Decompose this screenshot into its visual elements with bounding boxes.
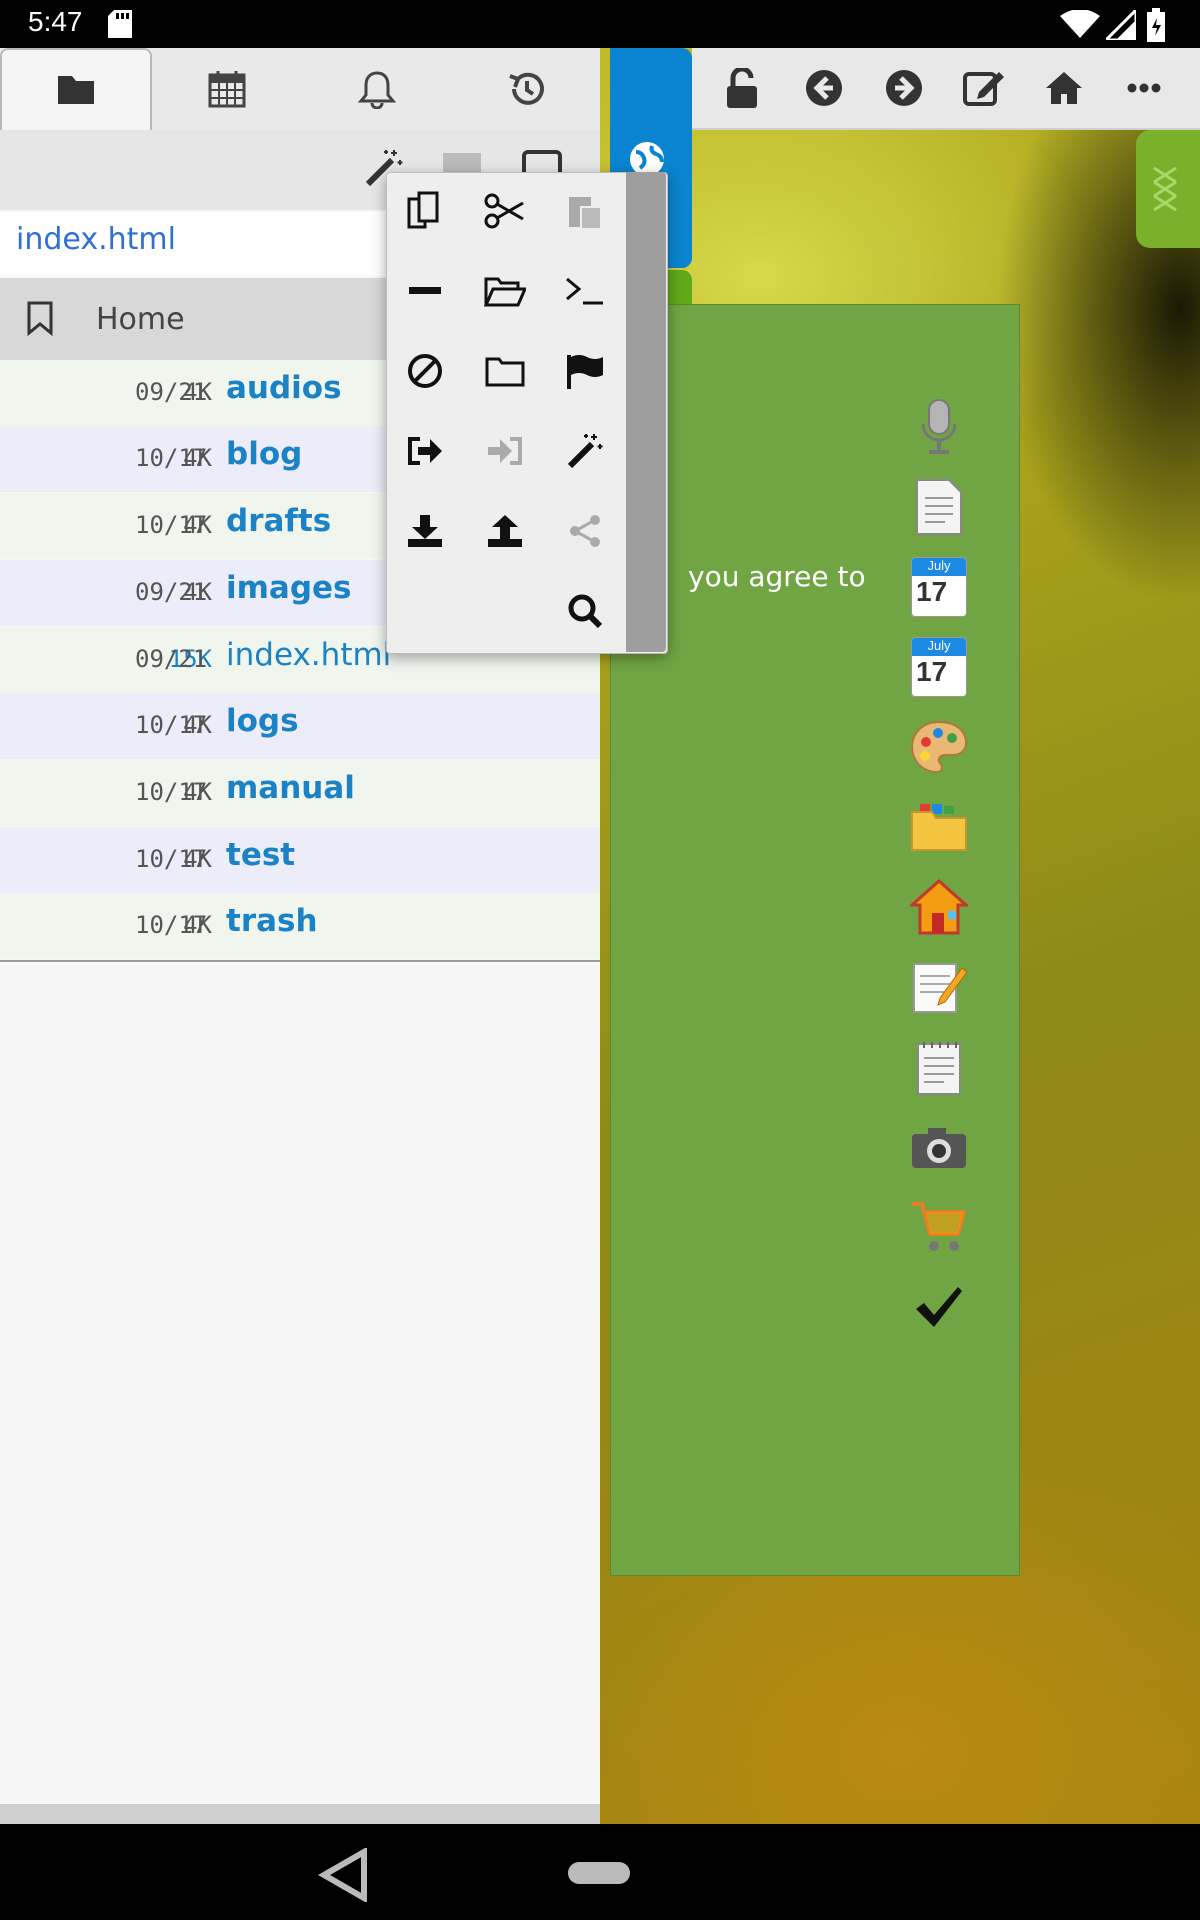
magic-wand-icon[interactable] [557,423,613,479]
status-time: 5:47 [28,6,83,37]
file-name: images [226,570,352,606]
file-row[interactable]: 4K 10/17 test [0,827,600,893]
folder-icon[interactable] [908,796,970,858]
tab-history[interactable] [452,48,602,130]
status-bar: 5:47 [0,0,1200,48]
shopping-cart-icon[interactable] [908,1196,970,1258]
history-icon [508,70,546,108]
file-date: 09/21 [135,378,208,406]
list-divider [0,960,600,962]
browser-toolbar [692,48,1200,130]
document-icon[interactable] [908,476,970,538]
file-date: 10/17 [135,444,208,472]
home-icon[interactable] [1042,66,1086,110]
sd-card-icon [108,10,132,38]
unlock-icon[interactable] [722,66,762,110]
memo-icon[interactable] [908,956,970,1018]
home-label: Home [96,302,185,337]
file-date: 09/21 [135,645,208,673]
edit-icon[interactable] [962,66,1006,110]
microphone-icon[interactable] [908,396,970,458]
popup-scrollbar[interactable] [626,172,666,652]
file-name: test [226,837,296,873]
ban-icon[interactable] [397,343,453,399]
bell-icon [358,69,396,109]
file-date: 09/21 [135,578,208,606]
folder-icon [56,74,96,106]
calendar-month: July [912,638,966,656]
file-name: drafts [226,503,332,539]
file-name: logs [226,703,299,739]
folder-open-icon[interactable] [477,263,533,319]
paste-icon[interactable] [557,183,613,239]
calendar-icon[interactable]: July 17 [908,556,970,618]
scissors-icon[interactable] [477,183,533,239]
download-icon[interactable] [397,503,453,559]
tab-notifications[interactable] [302,48,452,130]
checkmark-icon[interactable] [908,1276,970,1338]
battery-icon [1146,8,1166,42]
palette-icon[interactable] [908,716,970,778]
tab-calendar[interactable] [152,48,302,130]
file-name: blog [226,436,303,472]
bookmark-icon [26,300,54,336]
camera-icon[interactable] [908,1116,970,1178]
home-nav-pill[interactable] [568,1862,630,1884]
more-icon[interactable] [1122,66,1166,110]
file-row[interactable]: 4K 10/17 trash [0,893,600,959]
file-name: manual [226,770,355,806]
flag-icon[interactable] [557,343,613,399]
file-date: 10/17 [135,911,208,939]
agree-text: you agree to [688,560,866,593]
sign-out-icon[interactable] [397,423,453,479]
terminal-icon[interactable] [557,263,613,319]
horizontal-scrollbar[interactable] [0,1804,600,1824]
copy-icon[interactable] [397,183,453,239]
navigation-bar [0,1824,1200,1920]
calendar-icon[interactable]: July 17 [908,636,970,698]
calendar-day: 17 [916,576,948,607]
back-nav-icon[interactable] [318,1848,370,1902]
calendar-icon [208,70,246,108]
file-name: audios [226,370,342,406]
share-icon[interactable] [557,503,613,559]
signal-icon [1106,10,1136,40]
search-icon[interactable] [557,583,613,639]
file-date: 10/17 [135,711,208,739]
folder-icon[interactable] [477,343,533,399]
house-icon[interactable] [908,876,970,938]
forward-icon[interactable] [882,66,926,110]
upload-icon[interactable] [477,503,533,559]
file-date: 10/17 [135,845,208,873]
panel-tabs [0,48,600,132]
file-name: index.html [226,637,392,673]
minus-icon[interactable] [397,263,453,319]
wifi-icon [1060,10,1100,40]
file-row[interactable]: 4K 10/17 logs [0,693,600,759]
corner-handle[interactable] [1136,130,1200,248]
calendar-day: 17 [916,656,948,687]
notepad-icon[interactable] [908,1036,970,1098]
sign-in-icon[interactable] [477,423,533,479]
back-icon[interactable] [802,66,846,110]
file-date: 10/17 [135,778,208,806]
file-date: 10/17 [135,511,208,539]
path-text: index.html [16,222,176,257]
file-row[interactable]: 4K 10/17 manual [0,760,600,826]
file-name: trash [226,903,318,939]
collapse-icon [1150,164,1180,216]
calendar-month: July [912,558,966,576]
tab-files[interactable] [0,48,152,130]
